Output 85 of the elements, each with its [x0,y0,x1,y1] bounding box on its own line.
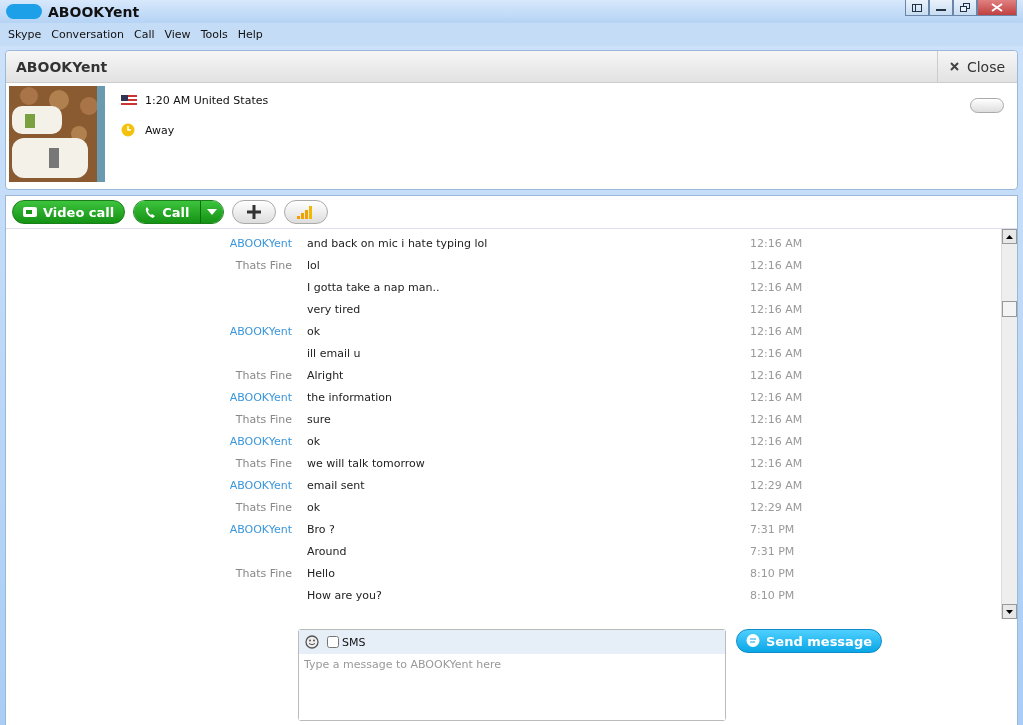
message-time: 12:16 AM [750,302,804,316]
sender-name: Thats Fine [234,500,292,514]
call-options-button[interactable] [200,201,223,223]
compact-view-button[interactable] [905,0,929,16]
message-time: 12:16 AM [750,390,804,404]
message-field[interactable]: SMS Type a message to ABOOKYent here [298,629,726,721]
sender-name: Thats Fine [234,368,292,382]
message-text: we will talk tomorrow [307,456,426,470]
message-text: How are you? [307,588,383,602]
contact-name: ABOOKYent [15,58,109,77]
message-text: I gotta take a nap man.. [307,280,441,294]
message-time: 12:16 AM [750,280,804,294]
menu-item[interactable]: Tools [195,28,233,41]
sender-name: ABOOKYent [228,478,292,492]
message-time: 12:16 AM [750,324,804,338]
menu-item[interactable]: View [159,28,196,41]
message-text: ok [307,500,322,514]
message-time: 12:16 AM [750,236,804,250]
message-time: 8:10 PM [750,588,796,602]
camera-icon [23,207,37,217]
phone-icon [144,205,157,219]
message-time: 12:29 AM [750,478,804,492]
sender-name: Thats Fine [234,456,292,470]
speech-bubble-icon [746,634,760,648]
message-time: 12:29 AM [750,500,804,514]
message-time: 8:10 PM [750,566,796,580]
down-arrow-icon [1006,609,1013,614]
message-text: lol [307,258,321,272]
scrollbar[interactable] [1001,229,1017,619]
close-icon [949,62,959,71]
message-text: ok [307,434,322,448]
caret-icon [206,209,217,215]
menu-item[interactable]: Help [232,28,268,41]
sender-name: ABOOKYent [228,236,292,250]
message-text: the information [307,390,394,404]
close-icon [991,3,1003,12]
flag-icon [121,95,137,106]
close-button[interactable]: Close [937,51,1017,82]
message-text: ill email u [307,346,362,360]
contact-status: Away [145,123,175,137]
local-time: 1:20 AM United States [145,94,269,107]
add-button[interactable] [231,200,276,224]
sender-name: ABOOKYent [228,390,292,404]
away-status-icon [121,123,137,137]
scroll-down-button[interactable] [1002,604,1017,619]
restore-icon [960,3,970,12]
menu-item[interactable]: Conversation [46,28,129,41]
message-time: 12:16 AM [750,456,804,470]
message-time: 12:16 AM [750,258,804,272]
compact-view-icon [912,3,922,12]
message-text: Hello [307,566,336,580]
window-title: ABOOKYent [48,3,141,20]
message-time: 12:16 AM [750,346,804,360]
close-window-button[interactable] [977,0,1017,16]
menu-item[interactable]: Skype [3,28,47,41]
up-arrow-icon [1006,234,1013,239]
sender-name: Thats Fine [234,412,292,426]
signal-icon [296,205,315,219]
message-time: 7:31 PM [750,544,796,558]
message-time: 12:16 AM [750,412,804,426]
message-time: 7:31 PM [750,522,796,536]
sender-name: ABOOKYent [228,522,292,536]
sms-label: SMS [342,635,366,649]
message-text: Alright [307,368,345,382]
minimize-button[interactable] [929,0,953,16]
message-time: 12:16 AM [750,434,804,448]
message-time: 12:16 AM [750,368,804,382]
message-text: email sent [307,478,366,492]
message-text: Bro ? [307,522,336,536]
sender-name: Thats Fine [234,258,292,272]
plus-icon [246,205,261,219]
sms-checkbox[interactable] [327,636,339,648]
sender-name: Thats Fine [234,566,292,580]
message-text: Around [307,544,348,558]
sender-name: ABOOKYent [228,324,292,338]
scroll-thumb[interactable] [1002,301,1017,317]
smiley-icon[interactable] [305,635,319,649]
scroll-up-button[interactable] [1002,229,1017,244]
sender-name: ABOOKYent [228,434,292,448]
message-text: and back on mic i hate typing lol [307,236,489,250]
message-text: ok [307,324,322,338]
restore-button[interactable] [953,0,977,16]
message-text: very tired [307,302,362,316]
menu-item[interactable]: Call [128,28,160,41]
message-text: sure [307,412,332,426]
